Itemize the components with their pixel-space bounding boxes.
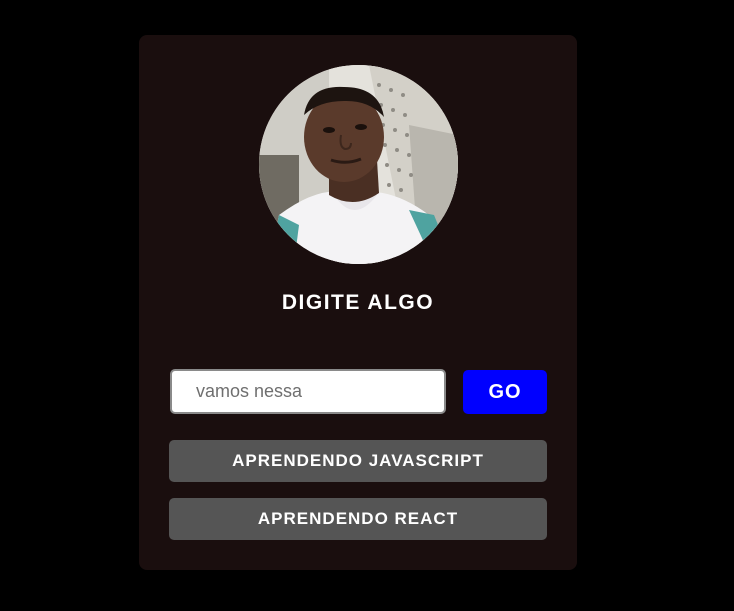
list-item-react[interactable]: APRENDENDO REACT (169, 498, 547, 540)
profile-card: DIGITE ALGO GO APRENDENDO JAVASCRIPT APR… (139, 35, 577, 570)
go-button[interactable]: GO (463, 370, 547, 414)
list-item-javascript[interactable]: APRENDENDO JAVASCRIPT (169, 440, 547, 482)
page-title: DIGITE ALGO (281, 291, 435, 314)
avatar-photo (259, 65, 458, 264)
avatar (259, 65, 458, 264)
search-input[interactable] (170, 369, 446, 414)
